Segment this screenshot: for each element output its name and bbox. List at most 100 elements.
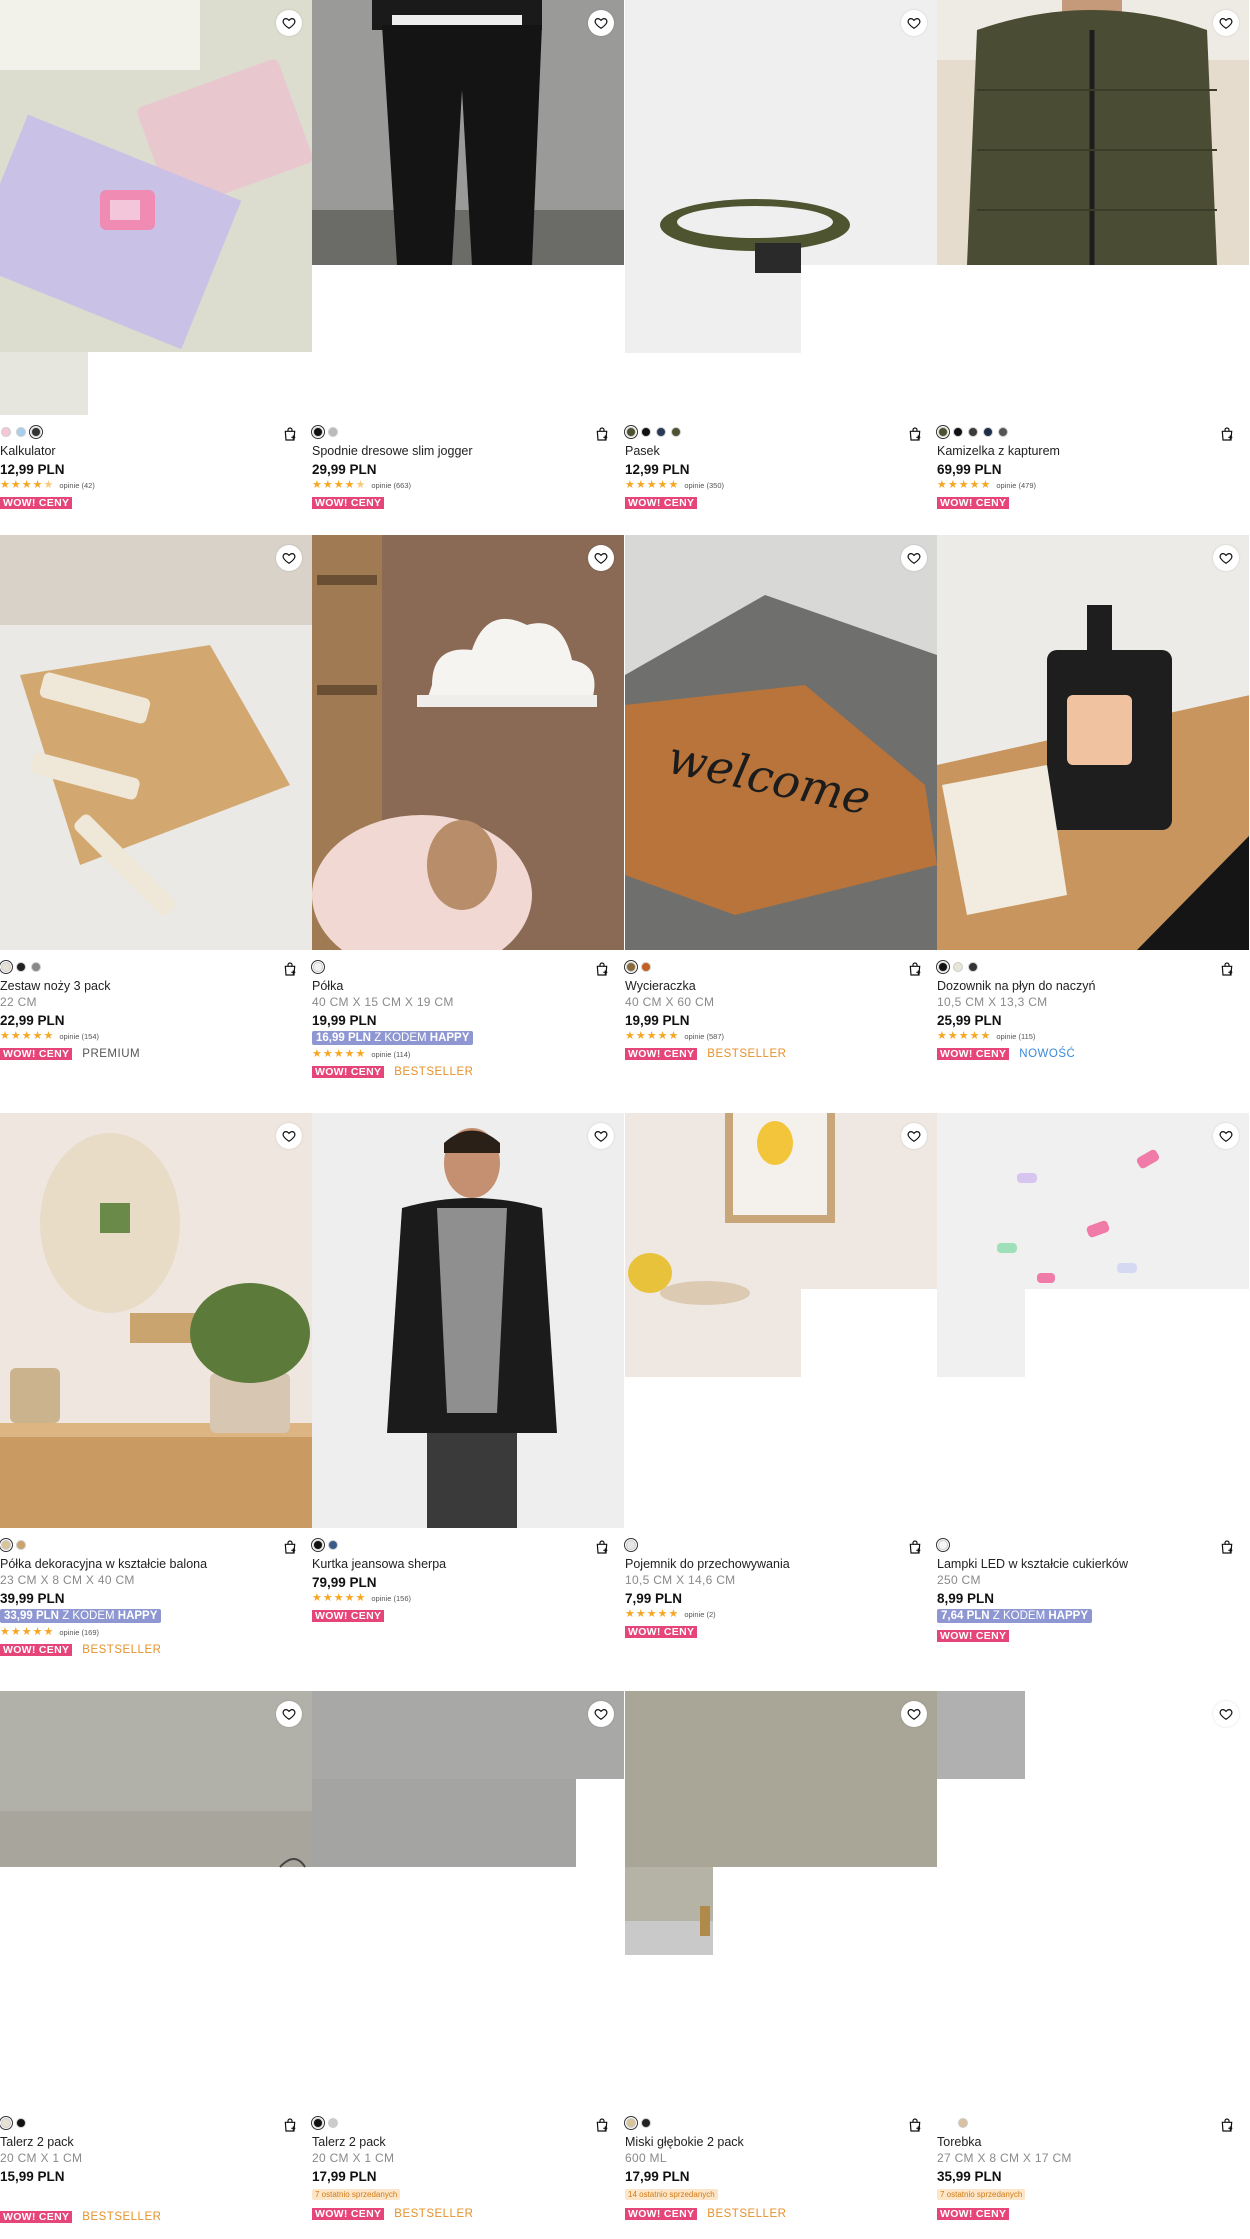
product-image[interactable]	[937, 1113, 1249, 1528]
color-swatch[interactable]	[1, 427, 11, 437]
product-image[interactable]	[312, 535, 624, 950]
product-image[interactable]	[0, 0, 312, 415]
favorite-button[interactable]	[588, 1701, 614, 1727]
favorite-button[interactable]	[901, 1701, 927, 1727]
product-card[interactable]: Kurtka jeansowa sherpa 79,99 PLN ★ ★ ★ ★ ★ o…	[311, 1113, 624, 1691]
color-swatch[interactable]	[311, 2116, 325, 2130]
color-swatch[interactable]	[328, 1540, 338, 1550]
product-card[interactable]: Torebka 27 CM X 8 CM X 17 CM 35,99 PLN 7…	[937, 1691, 1249, 2239]
product-card[interactable]: Kamizelka z kapturem 69,99 PLN ★ ★ ★ ★ ★ opi…	[936, 0, 1249, 535]
color-swatch[interactable]	[936, 1538, 950, 1552]
color-swatch[interactable]	[968, 427, 978, 437]
product-name[interactable]: Lampki LED w kształcie cukierków	[937, 1557, 1249, 1571]
color-swatch[interactable]	[29, 425, 43, 439]
product-name[interactable]: Półka dekoracyjna w kształcie balona	[0, 1557, 312, 1571]
color-swatch[interactable]	[31, 962, 41, 972]
product-name[interactable]: Pojemnik do przechowywania	[625, 1557, 937, 1571]
color-swatch[interactable]	[16, 427, 26, 437]
favorite-button[interactable]	[588, 10, 614, 36]
color-swatch[interactable]	[0, 1538, 13, 1552]
add-to-cart-icon[interactable]	[594, 961, 610, 977]
product-name[interactable]: Talerz 2 pack	[312, 2135, 624, 2149]
review-count[interactable]: opinie (115)	[996, 1032, 1035, 1041]
product-card[interactable]: Lampki LED w kształcie cukierków 250 CM …	[936, 1113, 1249, 1691]
color-swatch[interactable]	[16, 2118, 26, 2128]
favorite-button[interactable]	[901, 545, 927, 571]
review-count[interactable]: opinie (114)	[371, 1050, 410, 1059]
add-to-cart-icon[interactable]	[282, 426, 298, 442]
review-count[interactable]: opinie (663)	[371, 481, 411, 490]
color-swatch[interactable]	[16, 962, 26, 972]
add-to-cart-icon[interactable]	[907, 2117, 923, 2133]
favorite-button[interactable]	[1213, 545, 1239, 571]
product-card[interactable]: Zestaw noży 3 pack 22 CM 22,99 PLN ★ ★ ★ ★ ★…	[0, 535, 312, 1113]
product-name[interactable]: Kalkulator	[0, 444, 312, 458]
add-to-cart-icon[interactable]	[907, 1539, 923, 1555]
product-name[interactable]: Wycieraczka	[625, 979, 937, 993]
product-image[interactable]	[0, 1691, 312, 2106]
product-image[interactable]	[625, 1691, 937, 2106]
color-swatch[interactable]	[958, 2118, 968, 2128]
add-to-cart-icon[interactable]	[594, 426, 610, 442]
color-swatch[interactable]	[624, 1538, 638, 1552]
favorite-button[interactable]	[276, 545, 302, 571]
color-swatch[interactable]	[328, 427, 338, 437]
product-card[interactable]: Pasek 12,99 PLN ★ ★ ★ ★ ★ opinie (350) WOW! …	[624, 0, 937, 535]
favorite-button[interactable]	[588, 1123, 614, 1149]
product-image[interactable]	[312, 0, 624, 415]
product-name[interactable]: Spodnie dresowe slim jogger	[312, 444, 624, 458]
product-card[interactable]: Półka 40 CM X 15 CM X 19 CM 19,99 PLN 16…	[311, 535, 624, 1113]
product-card[interactable]: welcome Wycieraczka 40 CM X 60 CM 19,99 …	[624, 535, 937, 1113]
product-card[interactable]: Dozownik na płyn do naczyń 10,5 CM X 13,…	[936, 535, 1249, 1113]
color-swatch[interactable]	[624, 425, 638, 439]
favorite-button[interactable]	[276, 1123, 302, 1149]
product-name[interactable]: Zestaw noży 3 pack	[0, 979, 312, 993]
color-swatch[interactable]	[936, 960, 950, 974]
product-name[interactable]: Kurtka jeansowa sherpa	[312, 1557, 624, 1571]
color-swatch[interactable]	[624, 960, 638, 974]
add-to-cart-icon[interactable]	[1219, 961, 1235, 977]
review-count[interactable]: opinie (587)	[684, 1032, 724, 1041]
add-to-cart-icon[interactable]	[1219, 1539, 1235, 1555]
product-name[interactable]: Talerz 2 pack	[0, 2135, 312, 2149]
product-name[interactable]: Torebka	[937, 2135, 1249, 2149]
add-to-cart-icon[interactable]	[282, 1539, 298, 1555]
review-count[interactable]: opinie (156)	[371, 1594, 411, 1603]
color-swatch[interactable]	[328, 2118, 338, 2128]
review-count[interactable]: opinie (350)	[684, 481, 724, 490]
review-count[interactable]: opinie (2)	[684, 1610, 715, 1619]
color-swatch[interactable]	[656, 427, 666, 437]
review-count[interactable]: opinie (154)	[59, 1032, 99, 1041]
favorite-button[interactable]	[1213, 1123, 1239, 1149]
product-card[interactable]: Miski głębokie 2 pack 600 ML 17,99 PLN 1…	[624, 1691, 937, 2239]
color-swatch[interactable]	[968, 962, 978, 972]
favorite-button[interactable]	[901, 1123, 927, 1149]
add-to-cart-icon[interactable]	[1219, 2117, 1235, 2133]
color-swatch[interactable]	[311, 425, 325, 439]
product-image[interactable]	[0, 1113, 312, 1528]
product-card[interactable]: Pojemnik do przechowywania 10,5 CM X 14,…	[624, 1113, 937, 1691]
add-to-cart-icon[interactable]	[282, 2117, 298, 2133]
color-swatch[interactable]	[311, 1538, 325, 1552]
product-card[interactable]: Talerz 2 pack 20 CM X 1 CM 15,99 PLN WOW…	[0, 1691, 312, 2239]
product-card[interactable]: Półka dekoracyjna w kształcie balona 23 …	[0, 1113, 312, 1691]
product-card[interactable]: Kalkulator 12,99 PLN ★ ★ ★ ★ ★ opinie (42) W…	[0, 0, 312, 535]
add-to-cart-icon[interactable]	[1219, 426, 1235, 442]
product-name[interactable]: Kamizelka z kapturem	[937, 444, 1249, 458]
product-image[interactable]	[625, 0, 937, 415]
add-to-cart-icon[interactable]	[282, 961, 298, 977]
add-to-cart-icon[interactable]	[594, 2117, 610, 2133]
product-image[interactable]	[312, 1691, 624, 2106]
color-swatch[interactable]	[641, 427, 651, 437]
favorite-button[interactable]	[276, 1701, 302, 1727]
product-card[interactable]: Spodnie dresowe slim jogger 29,99 PLN ★ ★…	[311, 0, 624, 535]
favorite-button[interactable]	[276, 10, 302, 36]
color-swatch[interactable]	[16, 1540, 26, 1550]
product-image[interactable]	[937, 535, 1249, 950]
add-to-cart-icon[interactable]	[907, 961, 923, 977]
color-swatch[interactable]	[936, 425, 950, 439]
review-count[interactable]: opinie (42)	[59, 481, 94, 490]
color-swatch[interactable]	[624, 2116, 638, 2130]
color-swatch[interactable]	[998, 427, 1008, 437]
color-swatch[interactable]	[641, 962, 651, 972]
